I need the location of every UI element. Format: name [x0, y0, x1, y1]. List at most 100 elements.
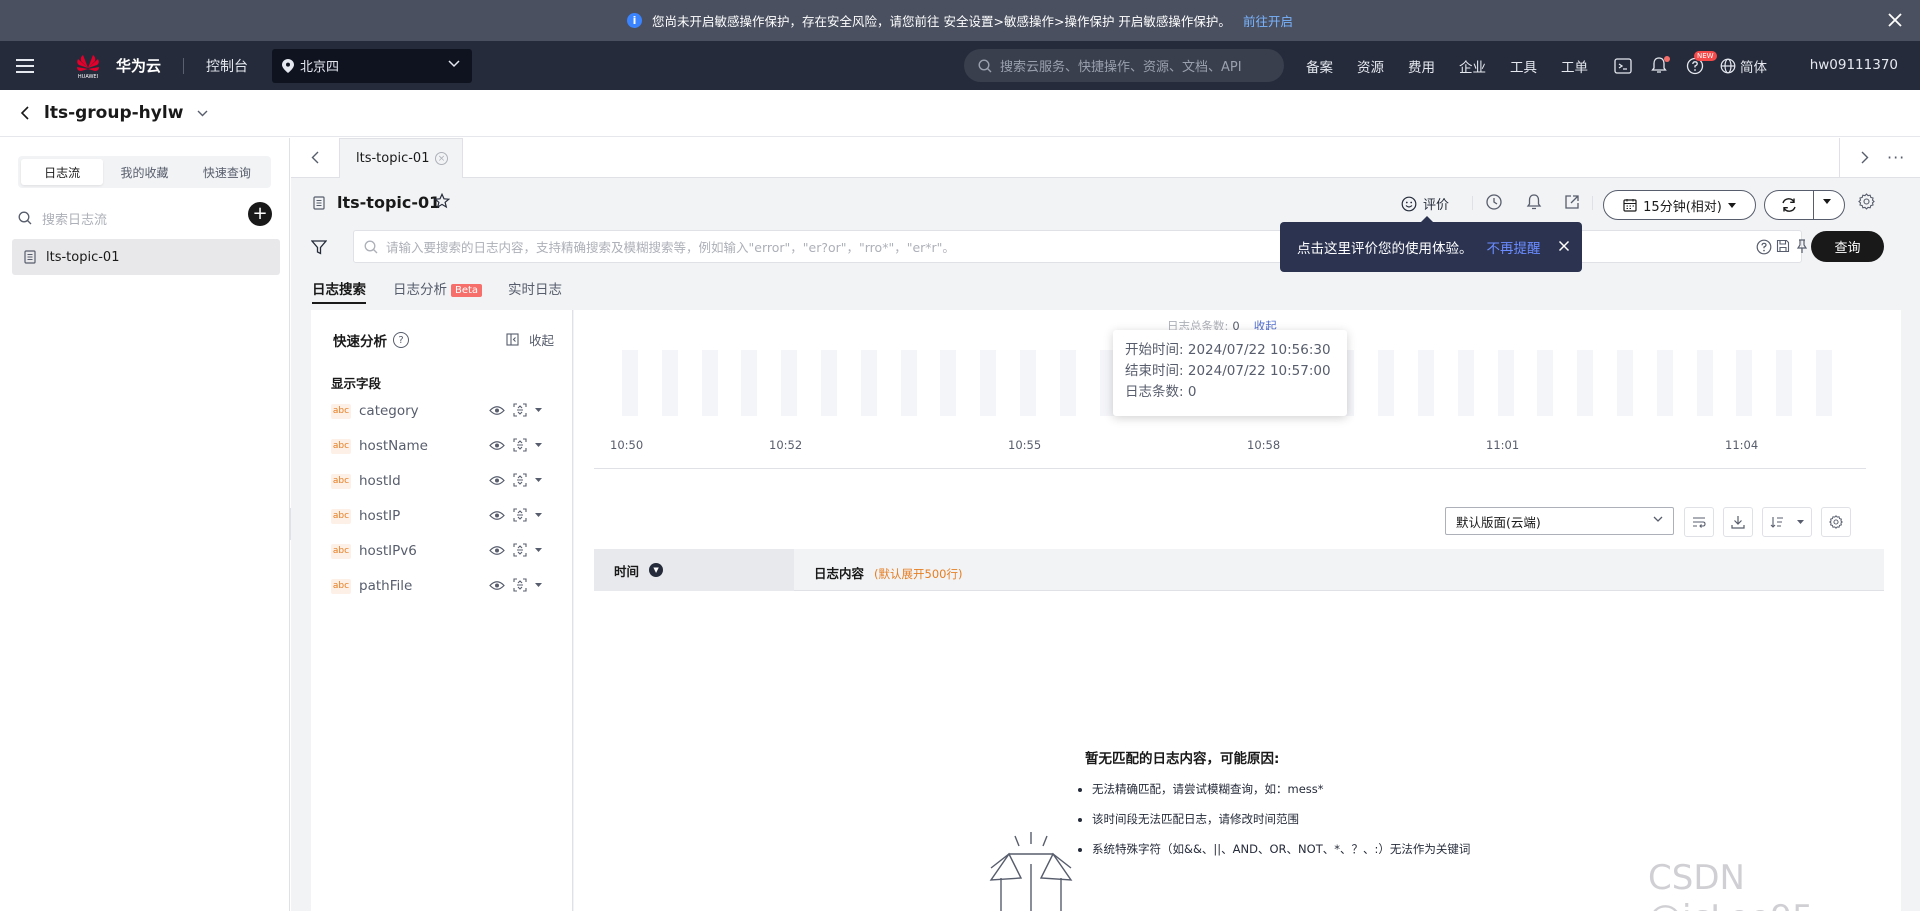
- field-row[interactable]: abc hostIPv6: [331, 539, 561, 563]
- region-selector[interactable]: 北京四: [272, 48, 473, 83]
- query-button[interactable]: 查询: [1811, 231, 1884, 262]
- chevron-down-icon[interactable]: [197, 110, 208, 117]
- more-icon[interactable]: ···: [1887, 148, 1905, 167]
- eye-icon[interactable]: [489, 510, 505, 521]
- caret-down-icon[interactable]: [535, 513, 542, 517]
- histogram-bar[interactable]: [661, 350, 678, 416]
- histogram-bar[interactable]: [1537, 350, 1554, 416]
- dont-remind-link[interactable]: 不再提醒: [1487, 237, 1541, 257]
- log-query-input[interactable]: 请输入要搜索的日志内容，支持精确搜索及模糊搜索等，例如输入"error"，"er…: [353, 230, 1808, 263]
- caret-down-icon[interactable]: [535, 478, 542, 482]
- histogram-bar[interactable]: [1816, 350, 1832, 416]
- banner-enable-link[interactable]: 前往开启: [1243, 11, 1293, 30]
- histogram-bar[interactable]: [622, 350, 638, 416]
- scan-icon[interactable]: [513, 578, 527, 592]
- evaluate-button[interactable]: 评价: [1401, 194, 1449, 213]
- histogram-bar[interactable]: [860, 350, 877, 416]
- nav-link-filing[interactable]: 备案: [1306, 56, 1333, 76]
- back-arrow-icon[interactable]: [20, 106, 30, 120]
- caret-down-icon[interactable]: [535, 408, 542, 412]
- user-account[interactable]: hw09111370: [1810, 57, 1898, 73]
- tab-log-streams[interactable]: 日志流: [21, 159, 104, 185]
- table-settings-button[interactable]: [1821, 507, 1851, 537]
- tab-lts-topic-01[interactable]: lts-topic-01 ×: [339, 138, 463, 178]
- histogram-bar[interactable]: [1696, 350, 1713, 416]
- scan-icon[interactable]: [513, 403, 527, 417]
- tab-quick-query[interactable]: 快速查询: [186, 159, 268, 185]
- sort-icon[interactable]: ▼: [649, 563, 664, 577]
- pin-icon[interactable]: [1796, 239, 1808, 254]
- field-row[interactable]: abc hostIP: [331, 504, 561, 528]
- histogram-bar[interactable]: [701, 350, 718, 416]
- stream-search-input[interactable]: 搜索日志流: [18, 204, 218, 232]
- nav-link-tools[interactable]: 工具: [1510, 56, 1537, 76]
- scan-icon[interactable]: [513, 473, 527, 487]
- terminal-icon[interactable]: [1612, 55, 1634, 77]
- caret-down-icon[interactable]: [535, 548, 542, 552]
- sort-options-button[interactable]: [1762, 507, 1812, 537]
- caret-down-icon[interactable]: [535, 583, 542, 587]
- histogram-bar[interactable]: [1457, 350, 1474, 416]
- nav-link-enterprise[interactable]: 企业: [1459, 56, 1486, 76]
- nav-link-resources[interactable]: 资源: [1357, 56, 1384, 76]
- download-button[interactable]: [1723, 507, 1753, 537]
- caret-down-icon[interactable]: [1823, 199, 1831, 204]
- field-row[interactable]: abc category: [331, 399, 561, 423]
- eye-icon[interactable]: [489, 405, 505, 416]
- field-row[interactable]: abc hostName: [331, 434, 561, 458]
- close-icon[interactable]: [1884, 9, 1906, 31]
- tab-close-icon[interactable]: ×: [435, 152, 448, 165]
- help-circle-icon[interactable]: [1756, 239, 1772, 255]
- histogram-bar[interactable]: [1577, 350, 1594, 416]
- save-icon[interactable]: [1776, 239, 1790, 253]
- histogram-bar[interactable]: [781, 350, 798, 416]
- chevron-right-icon[interactable]: [1861, 151, 1869, 164]
- star-icon[interactable]: [434, 193, 450, 209]
- field-row[interactable]: abc pathFile: [331, 574, 561, 598]
- histogram-bar[interactable]: [900, 350, 917, 416]
- histogram-bar[interactable]: [1497, 350, 1514, 416]
- console-link[interactable]: 控制台: [206, 56, 248, 76]
- help-icon[interactable]: NEW: [1684, 50, 1717, 77]
- layout-select[interactable]: 默认版面(云端): [1445, 507, 1674, 535]
- filter-icon[interactable]: [311, 240, 327, 255]
- collapse-panel-button[interactable]: 收起: [506, 330, 554, 349]
- histogram-bar[interactable]: [1020, 350, 1036, 416]
- histogram-bar[interactable]: [1656, 350, 1673, 416]
- close-icon[interactable]: [1558, 240, 1570, 252]
- refresh-icon[interactable]: [1780, 197, 1798, 213]
- menu-icon[interactable]: [16, 58, 34, 73]
- nav-link-tickets[interactable]: 工单: [1561, 56, 1588, 76]
- eye-icon[interactable]: [489, 440, 505, 451]
- time-range-selector[interactable]: 15分钟(相对): [1603, 190, 1756, 220]
- histogram-bar[interactable]: [741, 350, 758, 416]
- histogram-bar[interactable]: [821, 350, 837, 416]
- scan-icon[interactable]: [513, 508, 527, 522]
- histogram-bar[interactable]: [1378, 350, 1395, 416]
- bell-icon[interactable]: [1648, 55, 1670, 77]
- history-clock-icon[interactable]: [1485, 193, 1503, 211]
- histogram-bar[interactable]: [1617, 350, 1633, 416]
- eye-icon[interactable]: [489, 475, 505, 486]
- sidebar-item-lts-topic-01[interactable]: lts-topic-01: [12, 239, 280, 275]
- global-search-input[interactable]: 搜索云服务、快捷操作、资源、文档、API: [964, 49, 1284, 82]
- histogram-bar[interactable]: [1736, 350, 1753, 416]
- tab-log-analysis[interactable]: 日志分析 Beta: [393, 278, 483, 298]
- help-circle-icon[interactable]: ?: [393, 332, 409, 348]
- tab-favorites[interactable]: 我的收藏: [103, 159, 185, 185]
- language-selector[interactable]: 简体: [1720, 56, 1767, 76]
- scan-icon[interactable]: [513, 543, 527, 557]
- tab-log-search[interactable]: 日志搜索: [312, 278, 366, 304]
- external-link-icon[interactable]: [1563, 193, 1581, 211]
- chevron-left-icon[interactable]: [311, 151, 319, 164]
- tab-realtime-log[interactable]: 实时日志: [508, 278, 562, 298]
- scan-icon[interactable]: [513, 438, 527, 452]
- histogram-bar[interactable]: [940, 350, 957, 416]
- histogram-bar[interactable]: [1059, 350, 1076, 416]
- eye-icon[interactable]: [489, 580, 505, 591]
- alarm-bell-icon[interactable]: [1525, 193, 1543, 211]
- gear-icon[interactable]: [1858, 193, 1875, 210]
- histogram-bar[interactable]: [980, 350, 997, 416]
- caret-down-icon[interactable]: [535, 443, 542, 447]
- column-header-time[interactable]: 时间 ▼: [594, 549, 794, 591]
